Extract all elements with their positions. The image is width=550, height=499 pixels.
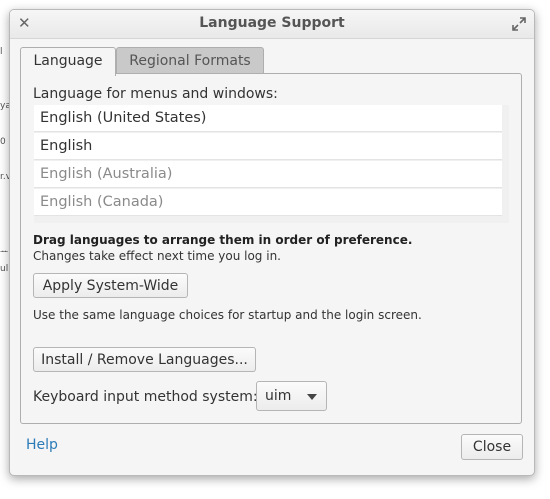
keyboard-input-method-select[interactable]: uim xyxy=(256,381,327,411)
window-title: Language Support xyxy=(199,15,345,31)
language-support-dialog: ✕ Language Support Language Regional For… xyxy=(9,9,535,476)
drag-hint-text: Drag languages to arrange them in order … xyxy=(33,233,413,247)
keyboard-input-label: Keyboard input method system: xyxy=(33,389,258,405)
keyboard-input-value: uim xyxy=(265,388,292,404)
effect-note-text: Changes take effect next time you log in… xyxy=(33,249,281,263)
help-link[interactable]: Help xyxy=(26,437,58,453)
list-item[interactable]: English xyxy=(34,133,502,160)
language-list[interactable]: English (United States) English English … xyxy=(34,105,509,223)
language-tab-panel: Language for menus and windows: English … xyxy=(20,73,522,424)
language-list-heading: Language for menus and windows: xyxy=(33,86,278,102)
list-item[interactable]: English (Australia) xyxy=(34,161,502,188)
maximize-icon[interactable] xyxy=(512,16,526,31)
tab-regional-formats[interactable]: Regional Formats xyxy=(116,47,264,75)
apply-note-text: Use the same language choices for startu… xyxy=(33,308,422,322)
title-bar[interactable]: ✕ Language Support xyxy=(10,10,534,39)
apply-system-wide-button[interactable]: Apply System-Wide xyxy=(33,273,188,298)
tab-language[interactable]: Language xyxy=(20,47,116,76)
close-button[interactable]: Close xyxy=(461,434,523,460)
list-item[interactable]: English (United States) xyxy=(34,105,502,132)
background-text-fragment: 0 xyxy=(0,137,6,147)
install-remove-languages-button[interactable]: Install / Remove Languages... xyxy=(33,347,256,372)
background-text-fragment: l xyxy=(0,47,3,57)
list-item[interactable]: English (Canada) xyxy=(34,189,502,216)
background-text-fragment: ᅭ xyxy=(0,248,9,258)
chevron-down-icon xyxy=(307,394,317,400)
